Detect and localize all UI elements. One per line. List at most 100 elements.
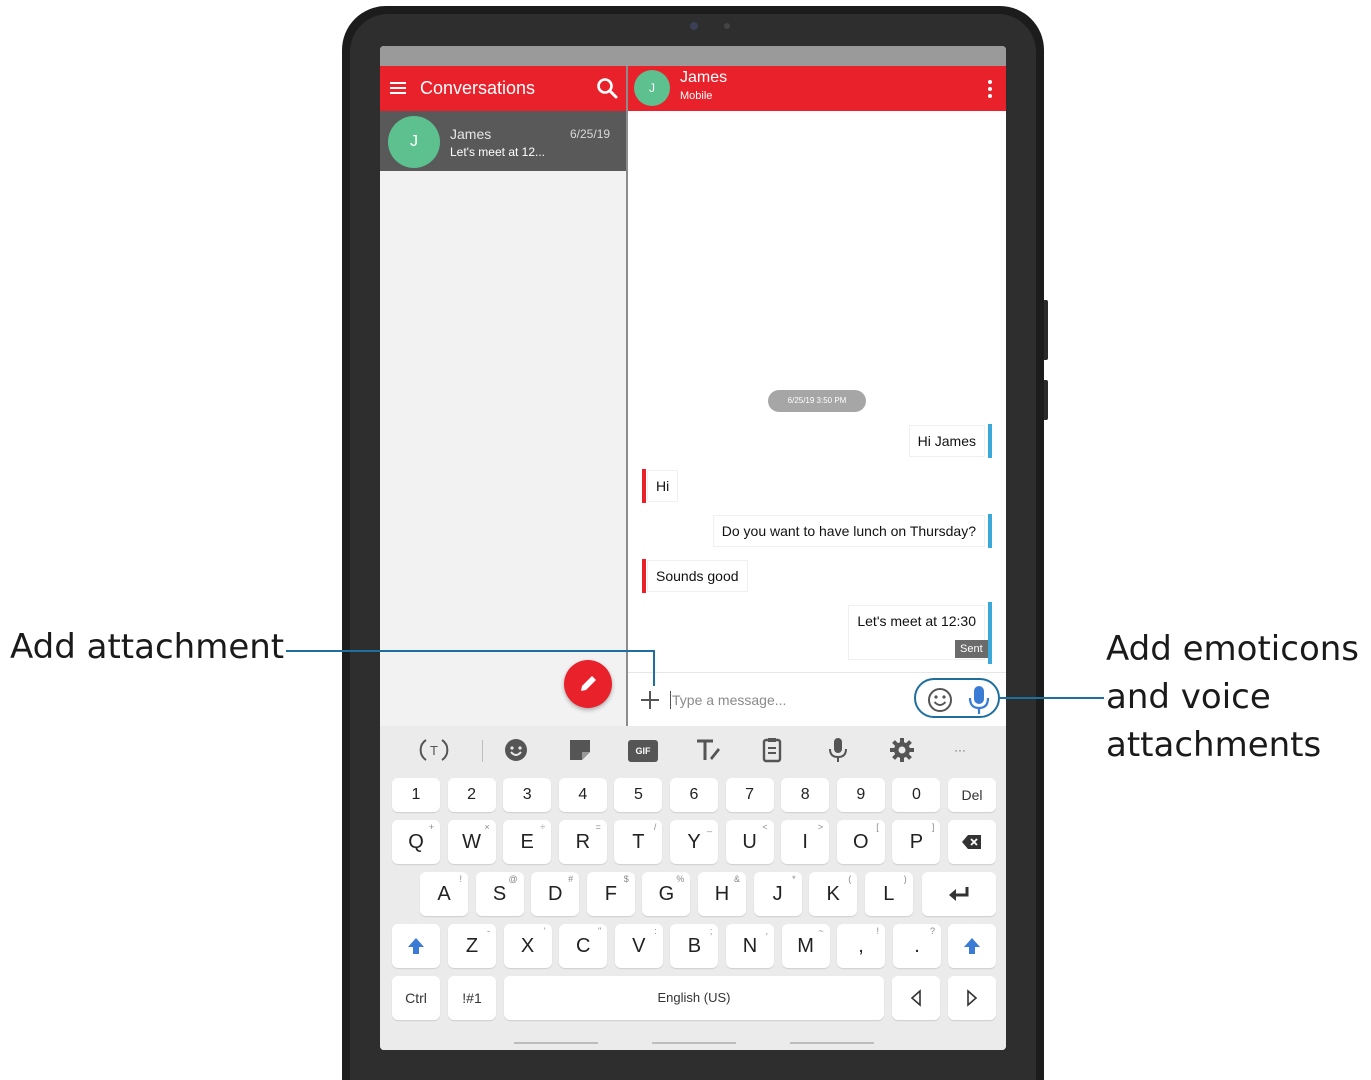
key-q-label: Q: [408, 831, 424, 853]
key-s[interactable]: S @: [475, 872, 524, 916]
backspace-key[interactable]: [948, 820, 996, 864]
tablet-screen: Conversations J James 6/25/19 Let's meet…: [380, 46, 1006, 1050]
key-4[interactable]: 4: [558, 778, 607, 812]
key-del[interactable]: Del: [948, 778, 996, 812]
key-i[interactable]: I >: [781, 820, 830, 864]
key-l[interactable]: L): [864, 872, 913, 916]
key-3[interactable]: 3: [503, 778, 552, 812]
avatar[interactable]: J: [634, 70, 670, 106]
light-sensor: [724, 23, 730, 29]
key-6-label: 6: [689, 786, 699, 803]
key-m-alt-char: ~: [818, 926, 824, 936]
key-y[interactable]: Y _: [670, 820, 718, 864]
nav-back[interactable]: [790, 1042, 874, 1044]
compose-button[interactable]: [564, 660, 612, 708]
backspace-icon: [962, 835, 981, 849]
sticker-icon[interactable]: [564, 734, 596, 766]
key-o-alt-char: [: [876, 822, 879, 832]
cursor-right-key[interactable]: [948, 976, 996, 1020]
key-z-label: Z: [465, 935, 479, 957]
key-period[interactable]: .?: [893, 924, 941, 968]
key-del-label: Del: [961, 787, 983, 803]
translate-icon[interactable]: T: [418, 734, 450, 766]
key-x[interactable]: X ': [503, 924, 552, 968]
key-s-label: S: [492, 883, 507, 905]
conversation-preview: Let's meet at 12...: [450, 145, 546, 159]
more-icon[interactable]: ···: [944, 734, 976, 766]
emoji-icon[interactable]: [500, 734, 532, 766]
message-bubble-in[interactable]: Sounds good: [648, 561, 747, 591]
key-u[interactable]: U <: [725, 820, 774, 864]
key-b[interactable]: B;: [670, 924, 719, 968]
key-comma[interactable]: ,!: [837, 924, 885, 968]
message-bubble-out[interactable]: Do you want to have lunch on Thursday?: [713, 516, 984, 546]
nav-recents[interactable]: [514, 1042, 598, 1044]
key-symbols[interactable]: !#1: [448, 976, 496, 1020]
key-8[interactable]: 8: [781, 778, 830, 812]
key-k[interactable]: K(: [809, 872, 858, 916]
cursor-left-key[interactable]: [892, 976, 940, 1020]
enter-key[interactable]: [922, 872, 996, 916]
search-icon[interactable]: [595, 76, 619, 100]
key-j[interactable]: J *: [753, 872, 802, 916]
key-j-alt-char: *: [792, 874, 796, 884]
key-g[interactable]: G%: [642, 872, 691, 916]
shift-key-right[interactable]: [948, 924, 996, 968]
key-p[interactable]: P]: [892, 820, 941, 864]
nav-home[interactable]: [652, 1042, 736, 1044]
key-5[interactable]: 5: [614, 778, 663, 812]
shift-key-left[interactable]: [392, 924, 440, 968]
key-symbols-label: !#1: [462, 990, 482, 1006]
incoming-indicator: [642, 469, 646, 503]
conversation-name: James: [450, 126, 492, 142]
toolbar-separator: [482, 740, 483, 762]
key-q[interactable]: Q +: [392, 820, 440, 864]
key-ctrl[interactable]: Ctrl: [392, 976, 440, 1020]
key-2[interactable]: 2: [447, 778, 496, 812]
add-attachment-icon[interactable]: [640, 690, 660, 710]
key-7[interactable]: 7: [725, 778, 774, 812]
key-h[interactable]: H &: [698, 872, 746, 916]
key-w[interactable]: W ×: [447, 820, 496, 864]
key-v-label: V: [632, 935, 646, 957]
key-k-label: K: [826, 883, 840, 905]
sent-status-badge: Sent: [955, 640, 988, 658]
mic-icon[interactable]: [822, 734, 854, 766]
gif-icon[interactable]: GIF: [628, 740, 658, 762]
key-9[interactable]: 9: [836, 778, 885, 812]
key-3-label: 3: [522, 786, 532, 803]
key-6[interactable]: 6: [670, 778, 718, 812]
clipboard-icon[interactable]: [756, 734, 788, 766]
text-style-icon[interactable]: [692, 734, 724, 766]
key-n[interactable]: N,: [726, 924, 774, 968]
more-options-icon[interactable]: [988, 80, 992, 101]
key-c-alt-char: ": [597, 926, 602, 936]
menu-icon[interactable]: [390, 82, 406, 94]
settings-icon[interactable]: [886, 734, 918, 766]
outgoing-indicator: [988, 514, 992, 548]
message-bubble-in[interactable]: Hi: [648, 471, 678, 501]
key-f[interactable]: F $: [586, 872, 635, 916]
message-bubble-out[interactable]: Hi James: [909, 426, 984, 456]
key-f-label: F: [604, 883, 617, 905]
callout-line-attachment-drop: [653, 650, 655, 686]
key-r[interactable]: R =: [558, 820, 607, 864]
key-e[interactable]: E ÷: [503, 820, 552, 864]
conversation-list: [380, 171, 626, 726]
key-1[interactable]: 1: [392, 778, 440, 812]
conversation-item[interactable]: J James 6/25/19 Let's meet at 12...: [380, 111, 626, 171]
key-0[interactable]: 0: [892, 778, 941, 812]
key-c[interactable]: C ": [559, 924, 608, 968]
key-t[interactable]: T /: [614, 820, 663, 864]
key-m[interactable]: M ~: [781, 924, 830, 968]
key-a[interactable]: A!: [420, 872, 468, 916]
message-input[interactable]: Type a message...: [672, 692, 786, 708]
key-v[interactable]: V:: [614, 924, 663, 968]
key-period-alt-char: ?: [929, 926, 935, 936]
key-1-label: 1: [411, 786, 421, 803]
key-d[interactable]: D #: [531, 872, 580, 916]
key-z[interactable]: Z-: [448, 924, 496, 968]
key-space[interactable]: English (US): [504, 976, 884, 1020]
contact-phone-type: Mobile: [680, 90, 713, 102]
key-o[interactable]: O[: [836, 820, 885, 864]
